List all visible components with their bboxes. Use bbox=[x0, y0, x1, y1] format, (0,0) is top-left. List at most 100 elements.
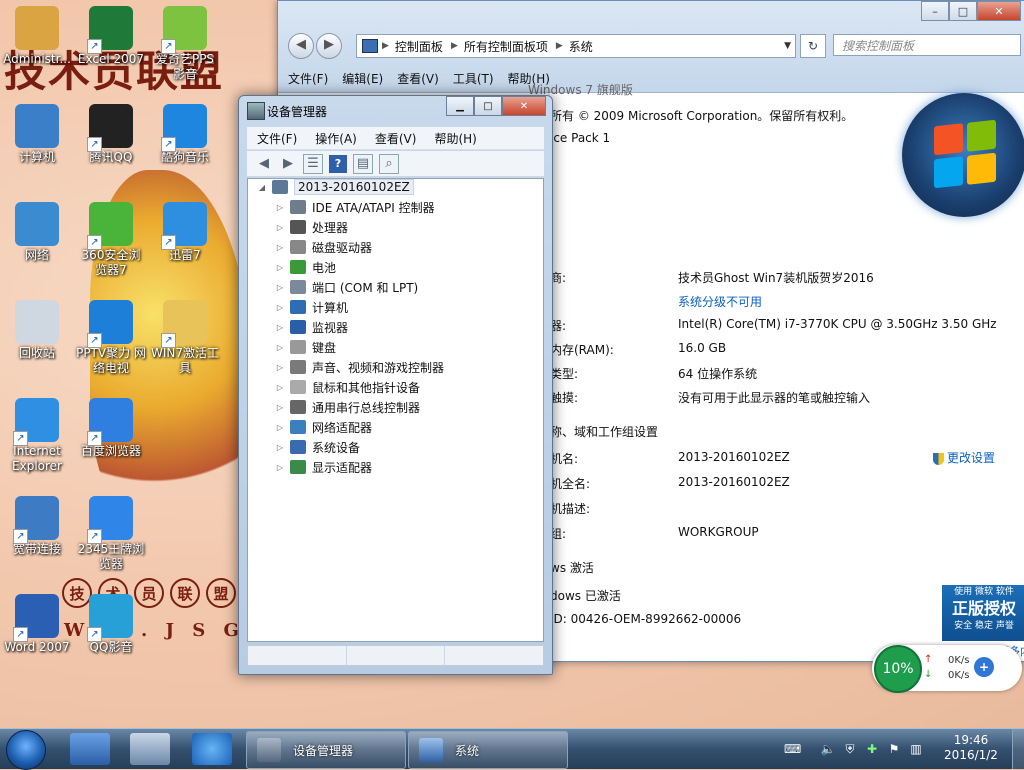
action-center-icon[interactable]: ⚑ bbox=[886, 741, 902, 757]
app-icon bbox=[87, 104, 133, 152]
tree-node[interactable]: ▷ 鼠标和其他指针设备 bbox=[274, 377, 420, 397]
back-arrow-icon[interactable]: ◀ bbox=[255, 155, 273, 173]
breadcrumb-all-items[interactable]: 所有控制面板项 bbox=[464, 38, 548, 55]
help-icon[interactable]: ? bbox=[329, 154, 347, 173]
task-device-manager[interactable]: 设备管理器 bbox=[246, 731, 406, 769]
refresh-button[interactable]: ↻ bbox=[800, 34, 826, 58]
tree-node[interactable]: ▷ 网络适配器 bbox=[274, 417, 372, 437]
expand-arrow-icon[interactable]: ▷ bbox=[274, 423, 286, 432]
genuine-badge[interactable]: 使用 微软 软件 正版授权 安全 稳定 声誉 bbox=[942, 585, 1024, 641]
minimize-button[interactable]: – bbox=[921, 1, 949, 21]
address-bar[interactable]: ▶ 控制面板 ▶ 所有控制面板项 ▶ 系统 ▼ bbox=[356, 34, 796, 58]
show-desktop-button[interactable] bbox=[1012, 729, 1024, 769]
maximize-button[interactable]: □ bbox=[474, 96, 502, 116]
breadcrumb-control-panel[interactable]: 控制面板 bbox=[395, 38, 443, 55]
desktop-icon[interactable]: 计算机 bbox=[2, 104, 72, 165]
maximize-button[interactable]: □ bbox=[949, 1, 977, 21]
back-button[interactable]: ◀ bbox=[288, 33, 314, 59]
expand-arrow-icon[interactable]: ▷ bbox=[274, 203, 286, 212]
desktop-icon[interactable]: 迅雷7 bbox=[150, 202, 220, 263]
collapse-arrow-icon[interactable]: ◢ bbox=[256, 183, 268, 192]
network-icon[interactable]: ▥ bbox=[908, 741, 924, 757]
menu-action[interactable]: 操作(A) bbox=[315, 130, 357, 147]
menu-view[interactable]: 查看(V) bbox=[375, 130, 417, 147]
tree-node[interactable]: ▷ 声音、视频和游戏控制器 bbox=[274, 357, 444, 377]
properties-list-icon[interactable]: ☰ bbox=[303, 153, 323, 174]
tree-node-label: 通用串行总线控制器 bbox=[312, 400, 421, 415]
clock[interactable]: 19:46 2016/1/2 bbox=[936, 733, 1006, 763]
pinned-desktop-icon[interactable] bbox=[70, 733, 110, 765]
expand-arrow-icon[interactable]: ▷ bbox=[274, 263, 286, 272]
desktop-icon[interactable]: 宽带连接 bbox=[2, 496, 72, 557]
desktop-icon[interactable]: 百度浏览器 bbox=[76, 398, 146, 459]
desktop-icon[interactable]: 2345王牌浏览器 bbox=[76, 496, 146, 572]
tree-node[interactable]: ▷ 磁盘驱动器 bbox=[274, 237, 372, 257]
tree-node[interactable]: ▷ 端口 (COM 和 LPT) bbox=[274, 277, 418, 297]
desktop-icon[interactable]: 360安全浏览器7 bbox=[76, 202, 146, 278]
menu-view[interactable]: 查看(V) bbox=[397, 70, 439, 87]
add-icon[interactable]: ✚ bbox=[864, 741, 880, 757]
tree-node[interactable]: ▷ 计算机 bbox=[274, 297, 348, 317]
scan-hardware-icon[interactable]: ⌕ bbox=[379, 153, 399, 174]
tree-node[interactable]: ▷ 显示适配器 bbox=[274, 457, 372, 477]
expand-arrow-icon[interactable]: ▷ bbox=[274, 463, 286, 472]
menu-file[interactable]: 文件(F) bbox=[288, 70, 328, 87]
expand-arrow-icon[interactable]: ▷ bbox=[274, 343, 286, 352]
menu-edit[interactable]: 编辑(E) bbox=[342, 70, 383, 87]
accelerate-button[interactable]: + bbox=[974, 657, 994, 677]
menu-file[interactable]: 文件(F) bbox=[257, 130, 297, 147]
desktop-icon[interactable]: Word 2007 bbox=[2, 594, 72, 655]
chevron-down-icon[interactable]: ▼ bbox=[784, 41, 795, 51]
device-tree[interactable]: ◢ 2013-20160102EZ ▷ IDE ATA/ATAPI 控制器 ▷ 处理器… bbox=[247, 178, 544, 642]
security-shield-icon[interactable]: ⛨ bbox=[842, 741, 858, 757]
pinned-ie-icon[interactable] bbox=[192, 733, 232, 765]
tree-node[interactable]: ▷ IDE ATA/ATAPI 控制器 bbox=[274, 197, 435, 217]
properties-icon[interactable]: ▤ bbox=[353, 153, 373, 174]
volume-icon[interactable]: 🔈 bbox=[820, 741, 836, 757]
forward-button[interactable]: ▶ bbox=[316, 33, 342, 59]
pinned-explorer-icon[interactable] bbox=[130, 733, 170, 765]
search-input[interactable]: 搜索控制面板 bbox=[833, 34, 1021, 56]
tree-node[interactable]: ▷ 监视器 bbox=[274, 317, 348, 337]
keyboard-icon[interactable]: ⌨ bbox=[784, 741, 801, 757]
desktop-icon[interactable]: 回收站 bbox=[2, 300, 72, 361]
desktop-icon[interactable]: PPTV聚力 网络电视 bbox=[76, 300, 146, 376]
device-manager-window[interactable]: 设备管理器 ▁ □ ✕ 文件(F) 操作(A) 查看(V) 帮助(H) ◀ ▶ … bbox=[238, 95, 553, 675]
close-button[interactable]: ✕ bbox=[977, 1, 1021, 21]
task-system[interactable]: 系统 bbox=[408, 731, 568, 769]
tree-root[interactable]: ◢ 2013-20160102EZ bbox=[256, 177, 414, 197]
expand-arrow-icon[interactable]: ▷ bbox=[274, 363, 286, 372]
close-button[interactable]: ✕ bbox=[502, 96, 546, 116]
tree-node[interactable]: ▷ 键盘 bbox=[274, 337, 336, 357]
expand-arrow-icon[interactable]: ▷ bbox=[274, 303, 286, 312]
tree-node[interactable]: ▷ 通用串行总线控制器 bbox=[274, 397, 420, 417]
network-speed-widget[interactable]: 10% ↑ 0K/s ↓ 0K/s + bbox=[872, 645, 1022, 693]
start-button[interactable] bbox=[6, 730, 46, 770]
breadcrumb-system[interactable]: 系统 bbox=[569, 38, 593, 55]
expand-arrow-icon[interactable]: ▷ bbox=[274, 443, 286, 452]
desktop-icon[interactable]: Internet Explorer bbox=[2, 398, 72, 474]
tree-node[interactable]: ▷ 处理器 bbox=[274, 217, 348, 237]
desktop-icon[interactable]: Administr... bbox=[2, 6, 72, 67]
tree-node[interactable]: ▷ 系统设备 bbox=[274, 437, 360, 457]
rating-link[interactable]: 系统分级不可用 bbox=[678, 293, 762, 310]
expand-arrow-icon[interactable]: ▷ bbox=[274, 283, 286, 292]
desktop-icon[interactable]: Excel 2007 bbox=[76, 6, 146, 67]
forward-arrow-icon[interactable]: ▶ bbox=[279, 155, 297, 173]
minimize-button[interactable]: ▁ bbox=[446, 96, 474, 116]
desktop-icon[interactable]: WIN7激活工具 bbox=[150, 300, 220, 376]
desktop-icon[interactable]: QQ影音 bbox=[76, 594, 146, 655]
desktop-icon[interactable]: 网络 bbox=[2, 202, 72, 263]
tree-node[interactable]: ▷ 电池 bbox=[274, 257, 336, 277]
desktop-icon[interactable]: 酷狗音乐 bbox=[150, 104, 220, 165]
expand-arrow-icon[interactable]: ▷ bbox=[274, 383, 286, 392]
desktop-icon[interactable]: 腾讯QQ bbox=[76, 104, 146, 165]
expand-arrow-icon[interactable]: ▷ bbox=[274, 243, 286, 252]
desktop-icon[interactable]: 爱奇艺PPS影音 bbox=[150, 6, 220, 82]
change-settings-link[interactable]: 更改设置 bbox=[933, 449, 995, 466]
expand-arrow-icon[interactable]: ▷ bbox=[274, 403, 286, 412]
menu-tools[interactable]: 工具(T) bbox=[453, 70, 494, 87]
expand-arrow-icon[interactable]: ▷ bbox=[274, 223, 286, 232]
menu-help[interactable]: 帮助(H) bbox=[434, 130, 476, 147]
expand-arrow-icon[interactable]: ▷ bbox=[274, 323, 286, 332]
